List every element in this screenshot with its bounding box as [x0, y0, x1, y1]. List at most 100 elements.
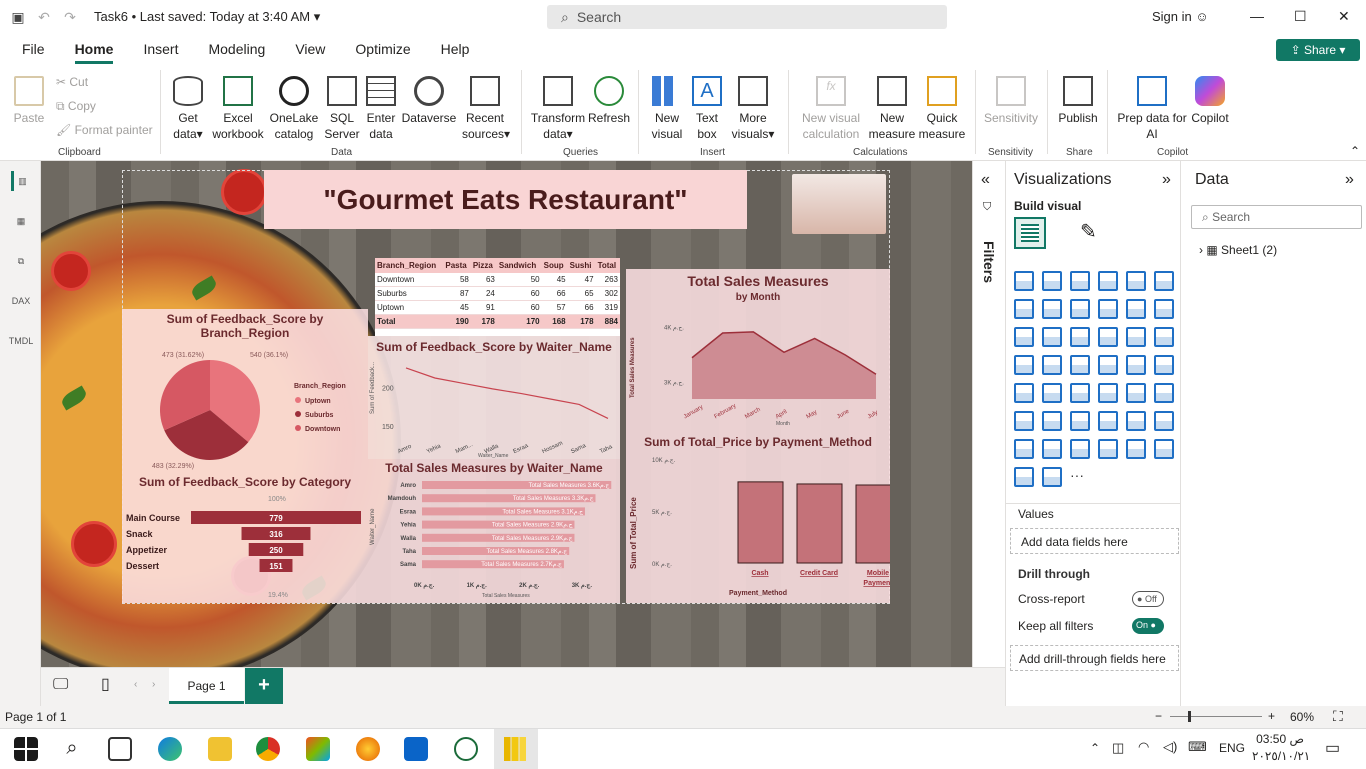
expand-filters-icon[interactable]: «	[981, 171, 990, 189]
zoom-slider[interactable]	[1170, 711, 1262, 722]
smart-narrative-visual-icon[interactable]	[1042, 439, 1062, 459]
new-measure-button[interactable]: New measure	[868, 76, 916, 142]
desktop-layout-icon[interactable]: 🖵	[53, 676, 68, 694]
text-box-button[interactable]: A Text box	[690, 76, 724, 142]
stacked-bar-visual-icon[interactable]	[1014, 271, 1034, 291]
matrix-row[interactable]: Suburbs 87 24 60 66 65 302	[375, 286, 620, 301]
paginated-visual-icon[interactable]	[1126, 411, 1146, 431]
sql-server-button[interactable]: SQL Server	[322, 76, 362, 142]
dax-query-view-icon[interactable]: DAX	[11, 291, 31, 311]
transform-data-button[interactable]: Transform data▾	[530, 76, 586, 142]
treemap-visual-icon[interactable]	[1014, 355, 1034, 375]
meet-icon[interactable]: ◫	[1112, 740, 1124, 756]
language-indicator[interactable]: ENG	[1219, 741, 1245, 755]
collapse-data-icon[interactable]: »	[1345, 171, 1354, 189]
donut-visual-icon[interactable]	[1154, 327, 1174, 347]
report-title[interactable]: "Gourmet Eats Restaurant"	[264, 170, 747, 229]
r-visual-visual-icon[interactable]	[1154, 383, 1174, 403]
stacked-area-visual-icon[interactable]	[1070, 299, 1090, 319]
line-column-visual-icon[interactable]	[1126, 299, 1146, 319]
chrome-icon[interactable]	[256, 737, 280, 761]
table-visual-icon[interactable]	[1098, 383, 1118, 403]
next-page-icon[interactable]: ›	[152, 679, 155, 690]
firefox-icon[interactable]	[356, 737, 380, 761]
copy-button[interactable]: ⧉ Copy	[56, 99, 96, 114]
matrix-column-header[interactable]: Sushi	[567, 258, 596, 273]
new-slicer-visual-icon[interactable]	[1154, 439, 1174, 459]
data-search-input[interactable]: ⌕ Search	[1191, 205, 1362, 229]
100-column-visual-icon[interactable]	[1154, 271, 1174, 291]
matrix-column-header[interactable]: Total	[595, 258, 620, 273]
start-icon[interactable]	[14, 737, 38, 761]
menu-file[interactable]: File	[22, 34, 45, 64]
matrix-visual-icon[interactable]	[1126, 383, 1146, 403]
new-visual-calculation-button[interactable]: fx New visual calculation	[796, 76, 866, 142]
matrix-column-header[interactable]: Branch_Region	[375, 258, 444, 273]
card-visual-icon[interactable]	[1154, 355, 1174, 375]
stacked-column-visual-icon[interactable]	[1042, 271, 1062, 291]
bar-chart-visual[interactable]: Total Sales Measures by Waiter_Name Wait…	[368, 459, 620, 603]
cut-button[interactable]: ✂ Cut	[56, 75, 88, 89]
waterfall-visual-icon[interactable]	[1042, 327, 1062, 347]
power-bi-taskbar-button[interactable]	[494, 729, 538, 769]
funnel-visual[interactable]: Sum of Feedback_Score by Category 100% 77…	[122, 473, 368, 603]
menu-modeling[interactable]: Modeling	[208, 34, 265, 64]
save-icon[interactable]: ▣	[10, 9, 26, 25]
clustered-bar-visual-icon[interactable]	[1070, 271, 1090, 291]
collapse-ribbon-icon[interactable]: ⌃	[1350, 144, 1360, 158]
excel-workbook-button[interactable]: Excel workbook	[208, 76, 268, 142]
keep-all-filters-toggle[interactable]: On ●	[1132, 618, 1164, 634]
key-influencers-visual-icon[interactable]	[1042, 411, 1062, 431]
paste-button[interactable]: Paste	[12, 76, 46, 126]
mobile-layout-icon[interactable]: ▯	[101, 674, 110, 694]
table-sheet1[interactable]: › ▦ Sheet1 (2)	[1199, 243, 1277, 257]
report-canvas[interactable]: "Gourmet Eats Restaurant" Branch_Region P…	[41, 161, 972, 667]
metrics-visual-icon[interactable]	[1070, 439, 1090, 459]
store-icon[interactable]	[306, 737, 330, 761]
recent-sources-button[interactable]: Recent sources▾	[462, 76, 510, 142]
share-button[interactable]: ⇪ Share ▾	[1276, 39, 1360, 61]
azure-map-visual-icon[interactable]	[1098, 355, 1118, 375]
add-drill-through-well[interactable]: Add drill-through fields here	[1010, 645, 1179, 671]
tmdl-view-icon[interactable]: TMDL	[9, 331, 34, 351]
power-apps-visual-icon[interactable]	[1014, 439, 1034, 459]
fit-to-page-icon[interactable]: ⛶	[1333, 708, 1343, 725]
wifi-icon[interactable]: ◠	[1138, 739, 1149, 755]
model-view-icon[interactable]: ⧉	[11, 251, 31, 271]
enter-data-button[interactable]: Enter data	[364, 76, 398, 142]
add-page-button[interactable]: +	[245, 668, 283, 704]
slicer-visual-icon[interactable]	[1070, 383, 1090, 403]
menu-insert[interactable]: Insert	[143, 34, 178, 64]
matrix-row[interactable]: Uptown 45 91 60 57 66 319	[375, 300, 620, 315]
get-data-button[interactable]: Get data▾	[168, 76, 208, 142]
sensitivity-button[interactable]: Sensitivity	[982, 76, 1040, 126]
new-card-visual-icon[interactable]	[1126, 439, 1146, 459]
search-icon[interactable]: ⌕	[60, 737, 84, 761]
menu-optimize[interactable]: Optimize	[355, 34, 410, 64]
funnel-visual-icon[interactable]	[1070, 327, 1090, 347]
filled-map-visual-icon[interactable]	[1070, 355, 1090, 375]
line-visual-icon[interactable]	[1014, 299, 1034, 319]
prev-page-icon[interactable]: ‹	[134, 679, 137, 690]
map-visual-icon[interactable]	[1042, 355, 1062, 375]
pie-chart-visual[interactable]: Sum of Feedback_Score by Branch_Region 4…	[122, 309, 368, 473]
ribbon-visual-icon[interactable]	[1014, 327, 1034, 347]
add-data-fields-well[interactable]: Add data fields here	[1010, 528, 1179, 554]
task-view-icon[interactable]	[108, 737, 132, 761]
clock-date[interactable]: ٢٠٢٥/١٠/٢١	[1252, 749, 1310, 763]
new-visual-button[interactable]: New visual	[648, 76, 686, 142]
format-visual-icon[interactable]: ✎	[1080, 219, 1108, 247]
menu-view[interactable]: View	[295, 34, 325, 64]
decomposition-visual-icon[interactable]	[1070, 411, 1090, 431]
area-chart-visual[interactable]: Total Sales Measures by Month Total Sale…	[626, 269, 890, 429]
publish-button[interactable]: Publish	[1056, 76, 1100, 126]
matrix-visual[interactable]: Branch_Region Pasta Pizza Sandwich Soup Sushi…	[375, 258, 620, 336]
column-chart-visual[interactable]: Sum of Total_Price by Payment_Method Sum…	[626, 429, 902, 603]
line-clustered-visual-icon[interactable]	[1154, 299, 1174, 319]
show-hidden-icons[interactable]: ⌃	[1090, 741, 1100, 755]
undo-icon[interactable]: ↶	[36, 9, 52, 25]
minimize-button[interactable]: —	[1250, 8, 1264, 24]
power-automate-visual-icon[interactable]	[1098, 439, 1118, 459]
cross-report-toggle[interactable]: ● Off	[1132, 591, 1164, 607]
trophy-visual-icon[interactable]	[1154, 411, 1174, 431]
